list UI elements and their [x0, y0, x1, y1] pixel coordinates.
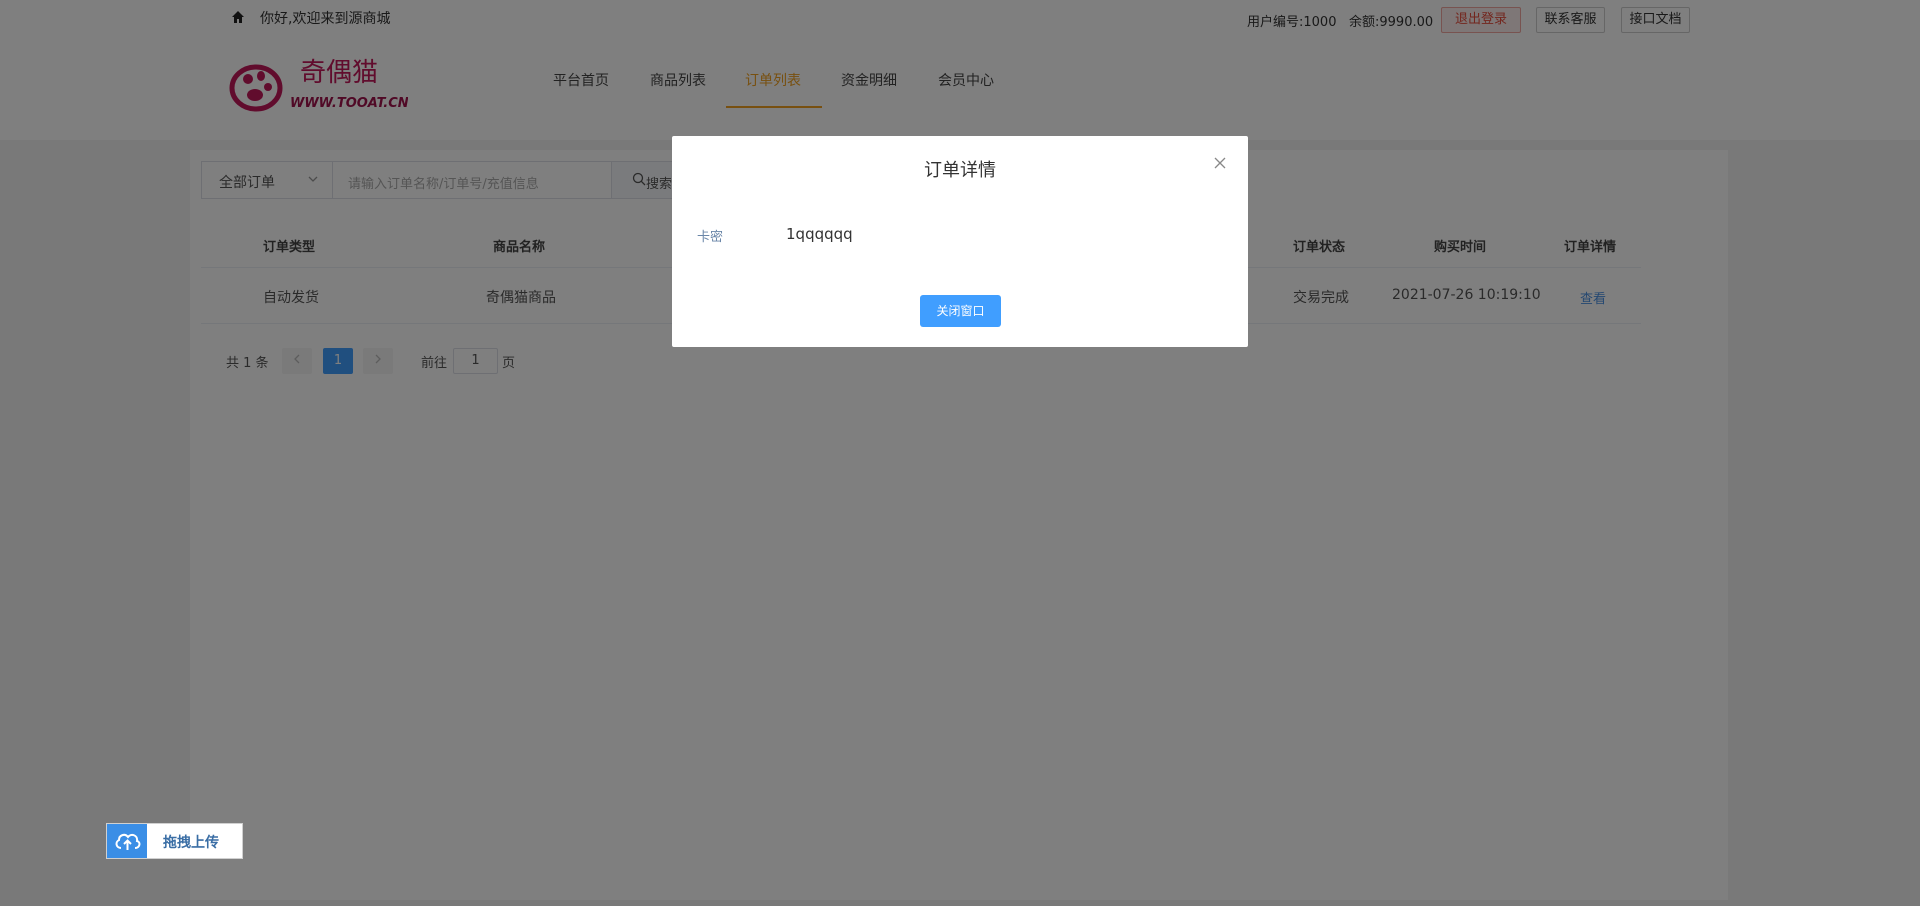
drag-upload-widget[interactable]: 拖拽上传: [106, 823, 243, 859]
modal-title: 订单详情: [924, 160, 996, 181]
upload-label: 拖拽上传: [163, 835, 219, 851]
cloud-upload-icon: [115, 833, 141, 850]
order-detail-modal: 订单详情 卡密 1qqqqqq 关闭窗口: [672, 136, 1248, 347]
close-icon[interactable]: [1213, 156, 1227, 170]
upload-icon-box: [107, 824, 147, 858]
card-secret-label: 卡密: [697, 230, 724, 245]
card-secret-value: 1qqqqqq: [786, 225, 853, 243]
close-window-button[interactable]: 关闭窗口: [920, 295, 1001, 327]
